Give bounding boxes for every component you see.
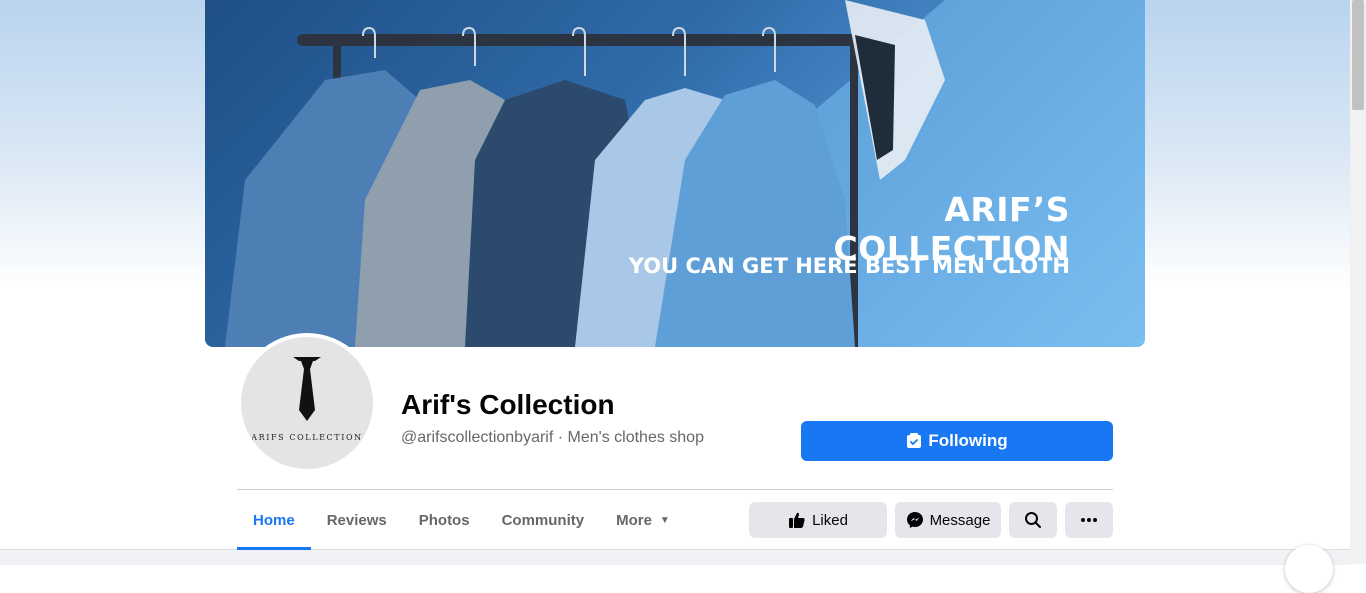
thumbs-up-icon bbox=[789, 512, 805, 528]
floating-chat-button[interactable] bbox=[1285, 545, 1333, 593]
ellipsis-icon bbox=[1081, 518, 1097, 522]
profile-picture[interactable]: ARIFS COLLECTION bbox=[237, 333, 377, 473]
cover-subtitle: YOU CAN GET HERE BEST MEN CLOTH bbox=[628, 254, 1070, 278]
tie-icon bbox=[293, 357, 321, 421]
page-tabs: Home Reviews Photos Community More ▼ bbox=[237, 490, 686, 550]
page-handle-category: @arifscollectionbyarif · Men's clothes s… bbox=[401, 429, 704, 446]
search-icon bbox=[1025, 512, 1041, 528]
liked-label: Liked bbox=[812, 511, 848, 529]
logo-text: ARIFS COLLECTION bbox=[251, 433, 363, 442]
cover-photo[interactable]: ARIF’S COLLECTION YOU CAN GET HERE BEST … bbox=[205, 0, 1145, 347]
scrollbar-thumb[interactable] bbox=[1352, 0, 1364, 110]
message-label: Message bbox=[929, 511, 991, 529]
page-title[interactable]: Arif's Collection bbox=[401, 389, 615, 421]
message-button[interactable]: Message bbox=[895, 502, 1001, 538]
content-background bbox=[0, 549, 1350, 565]
tab-community[interactable]: Community bbox=[486, 490, 601, 550]
tab-photos[interactable]: Photos bbox=[403, 490, 486, 550]
caret-down-icon: ▼ bbox=[659, 514, 670, 526]
clothing-rack-illustration bbox=[225, 0, 1145, 347]
tab-more[interactable]: More ▼ bbox=[600, 490, 686, 550]
tab-reviews[interactable]: Reviews bbox=[311, 490, 403, 550]
profile-logo: ARIFS COLLECTION bbox=[241, 337, 373, 469]
liked-button[interactable]: Liked bbox=[749, 502, 887, 538]
more-options-button[interactable] bbox=[1065, 502, 1113, 538]
following-icon bbox=[907, 433, 922, 448]
messenger-icon bbox=[906, 512, 923, 528]
search-button[interactable] bbox=[1009, 502, 1057, 538]
tab-home[interactable]: Home bbox=[237, 490, 311, 550]
following-label: Following bbox=[928, 431, 1008, 450]
following-button[interactable]: Following bbox=[801, 421, 1113, 461]
